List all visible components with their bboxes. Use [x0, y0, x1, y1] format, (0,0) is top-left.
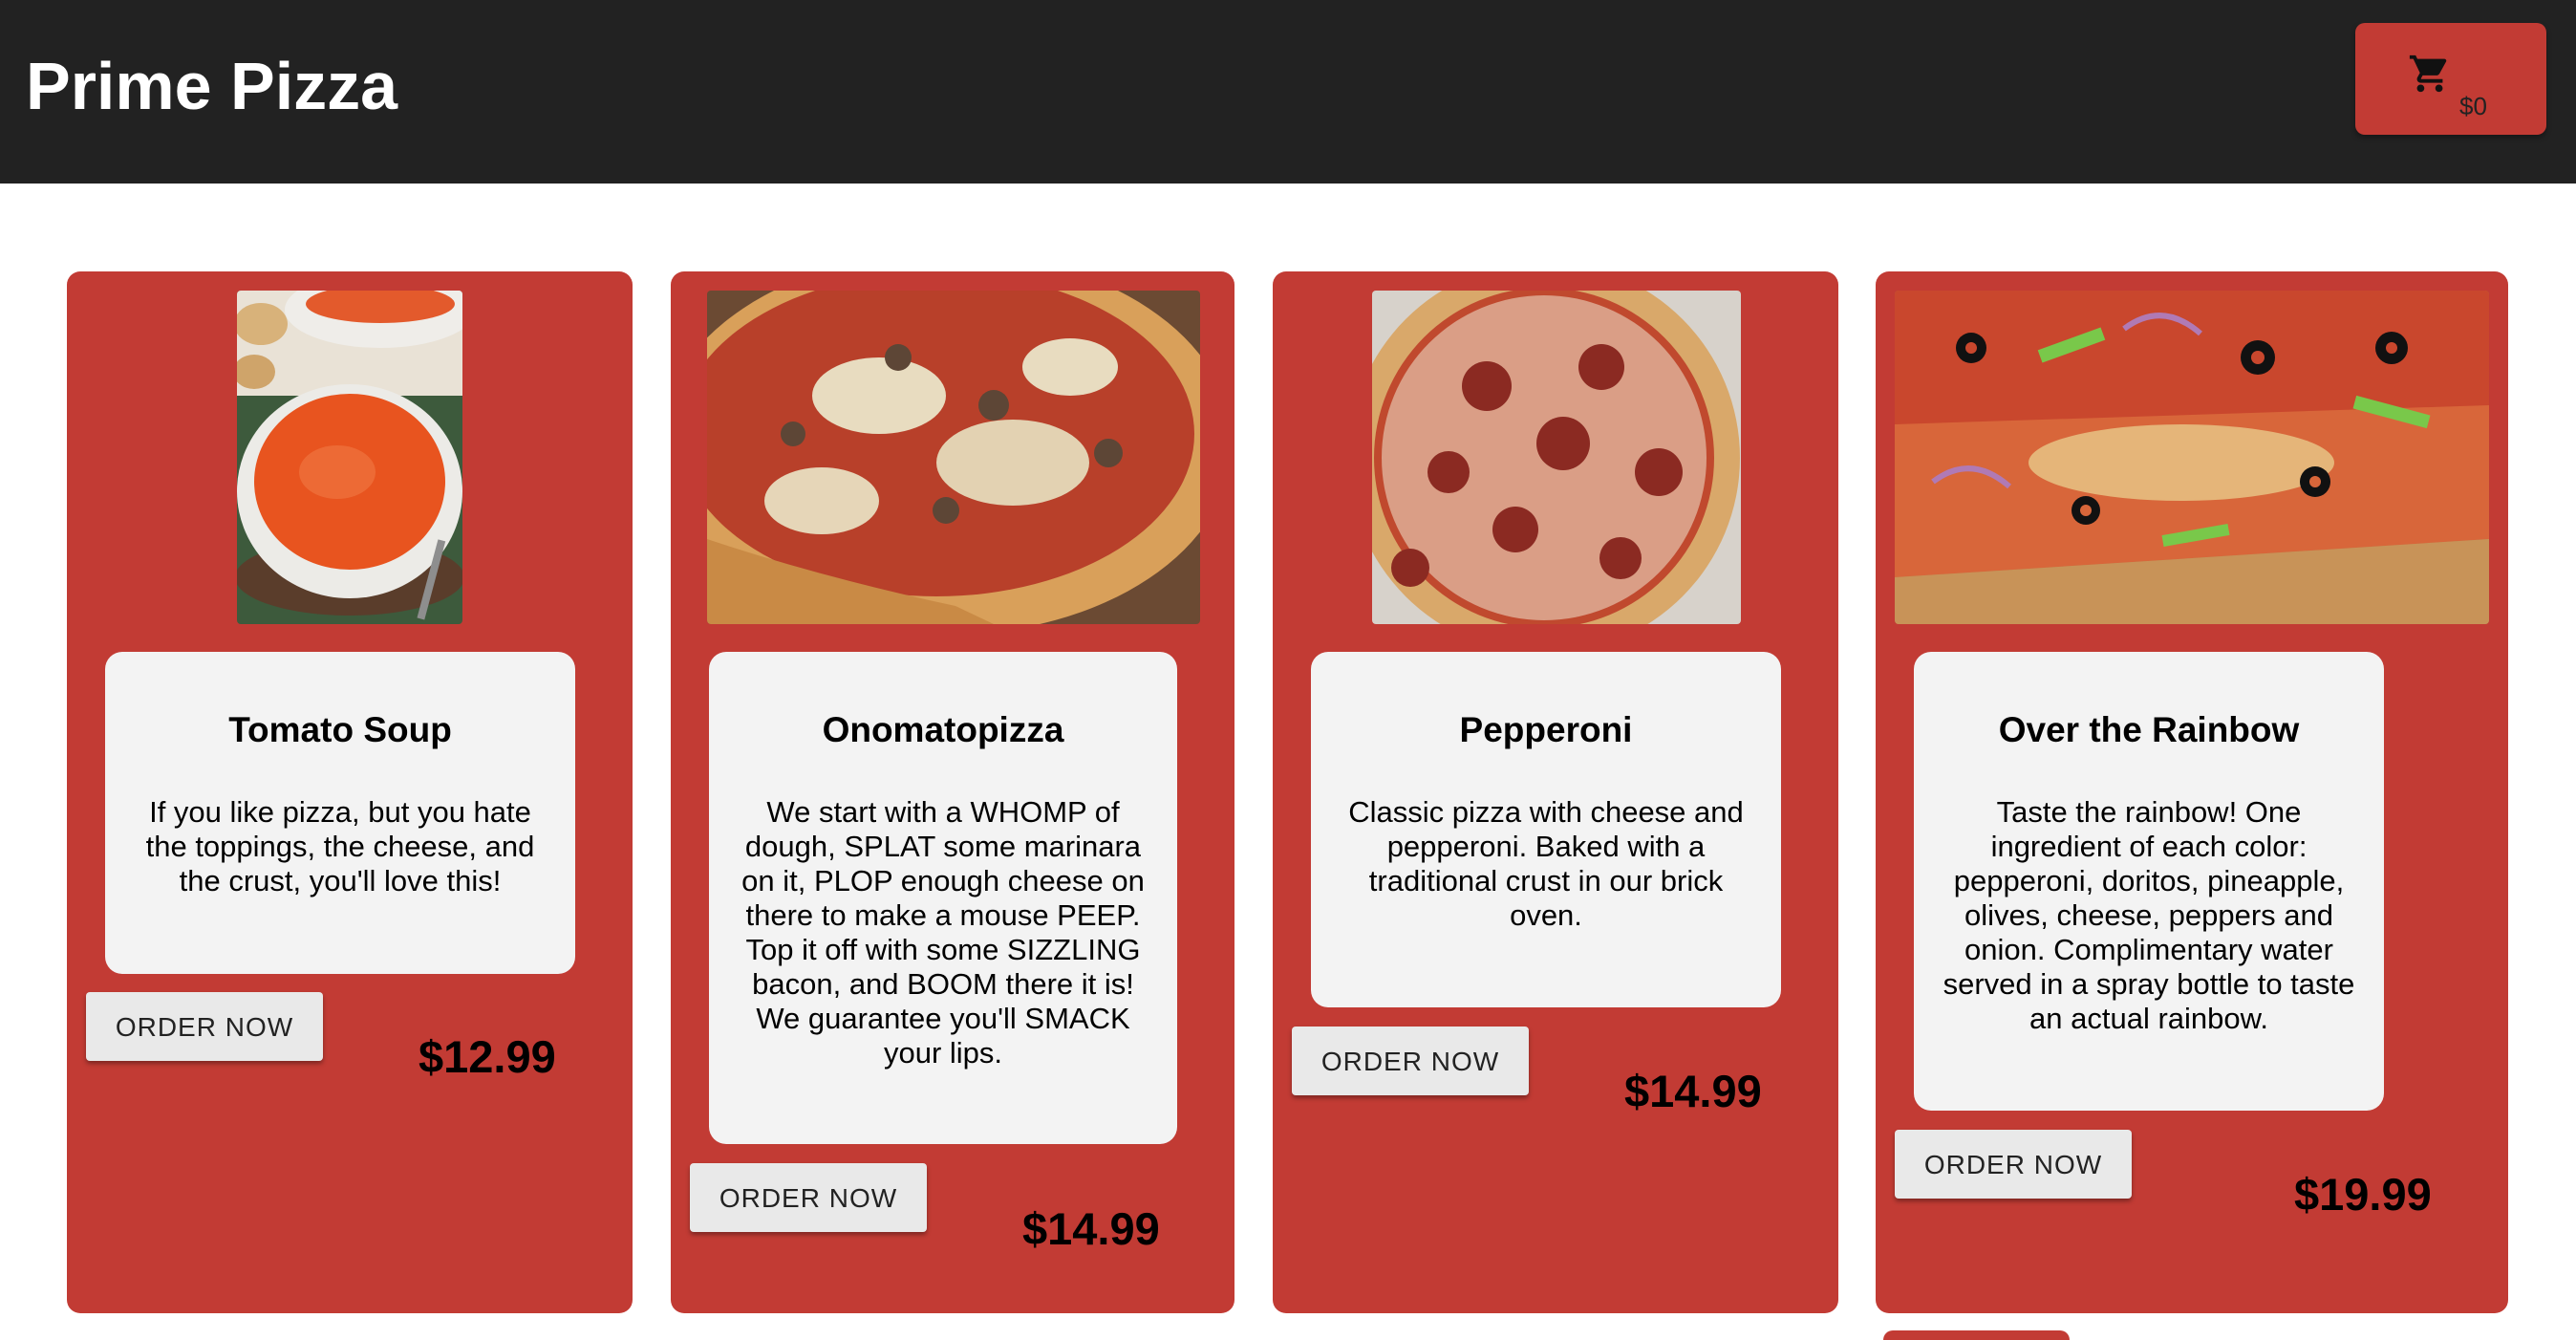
- app-header: Prime Pizza $0: [0, 0, 2576, 184]
- tomato-soup-photo: [237, 291, 462, 624]
- menu-card: Pepperoni Classic pizza with cheese and …: [1273, 271, 1838, 1313]
- item-title: Pepperoni: [1459, 710, 1633, 749]
- shopping-cart-icon: [2409, 54, 2447, 93]
- order-now-button[interactable]: ORDER NOW: [86, 992, 323, 1061]
- order-now-button[interactable]: ORDER NOW: [690, 1163, 927, 1232]
- item-description: Classic pizza with cheese and pepperoni.…: [1348, 795, 1744, 932]
- card-info: Over the Rainbow Taste the rainbow! One …: [1914, 652, 2384, 1111]
- item-price: $19.99: [2294, 1169, 2432, 1220]
- cart-button[interactable]: $0: [2355, 23, 2546, 135]
- card-info: Pepperoni Classic pizza with cheese and …: [1311, 652, 1781, 1007]
- order-now-button[interactable]: ORDER NOW: [1895, 1130, 2132, 1199]
- order-now-button[interactable]: ORDER NOW: [1292, 1027, 1529, 1095]
- item-title: Tomato Soup: [228, 710, 452, 749]
- item-description: Taste the rainbow! One ingredient of eac…: [1943, 795, 2355, 1035]
- item-description: If you like pizza, but you hate the topp…: [145, 795, 535, 897]
- menu-card: Tomato Soup If you like pizza, but you h…: [67, 271, 633, 1313]
- cart-total: $0: [2459, 92, 2487, 120]
- item-title: Onomatopizza: [822, 710, 1064, 749]
- menu-card: Over the Rainbow Taste the rainbow! One …: [1876, 271, 2508, 1313]
- item-price: $14.99: [1624, 1066, 1762, 1116]
- mushroom-pizza-photo: [707, 291, 1200, 624]
- brand-title: Prime Pizza: [26, 49, 398, 123]
- menu-card: Onomatopizza We start with a WHOMP of do…: [671, 271, 1234, 1313]
- next-card-edge: [1883, 1330, 2070, 1340]
- pepperoni-pizza-photo: [1372, 291, 1741, 624]
- item-price: $12.99: [419, 1031, 556, 1082]
- item-price: $14.99: [1022, 1203, 1160, 1254]
- card-info: Tomato Soup If you like pizza, but you h…: [105, 652, 575, 974]
- supreme-pizza-photo: [1895, 291, 2489, 624]
- item-description: We start with a WHOMP of dough, SPLAT so…: [741, 795, 1145, 1070]
- card-info: Onomatopizza We start with a WHOMP of do…: [709, 652, 1177, 1144]
- item-title: Over the Rainbow: [1998, 710, 2300, 749]
